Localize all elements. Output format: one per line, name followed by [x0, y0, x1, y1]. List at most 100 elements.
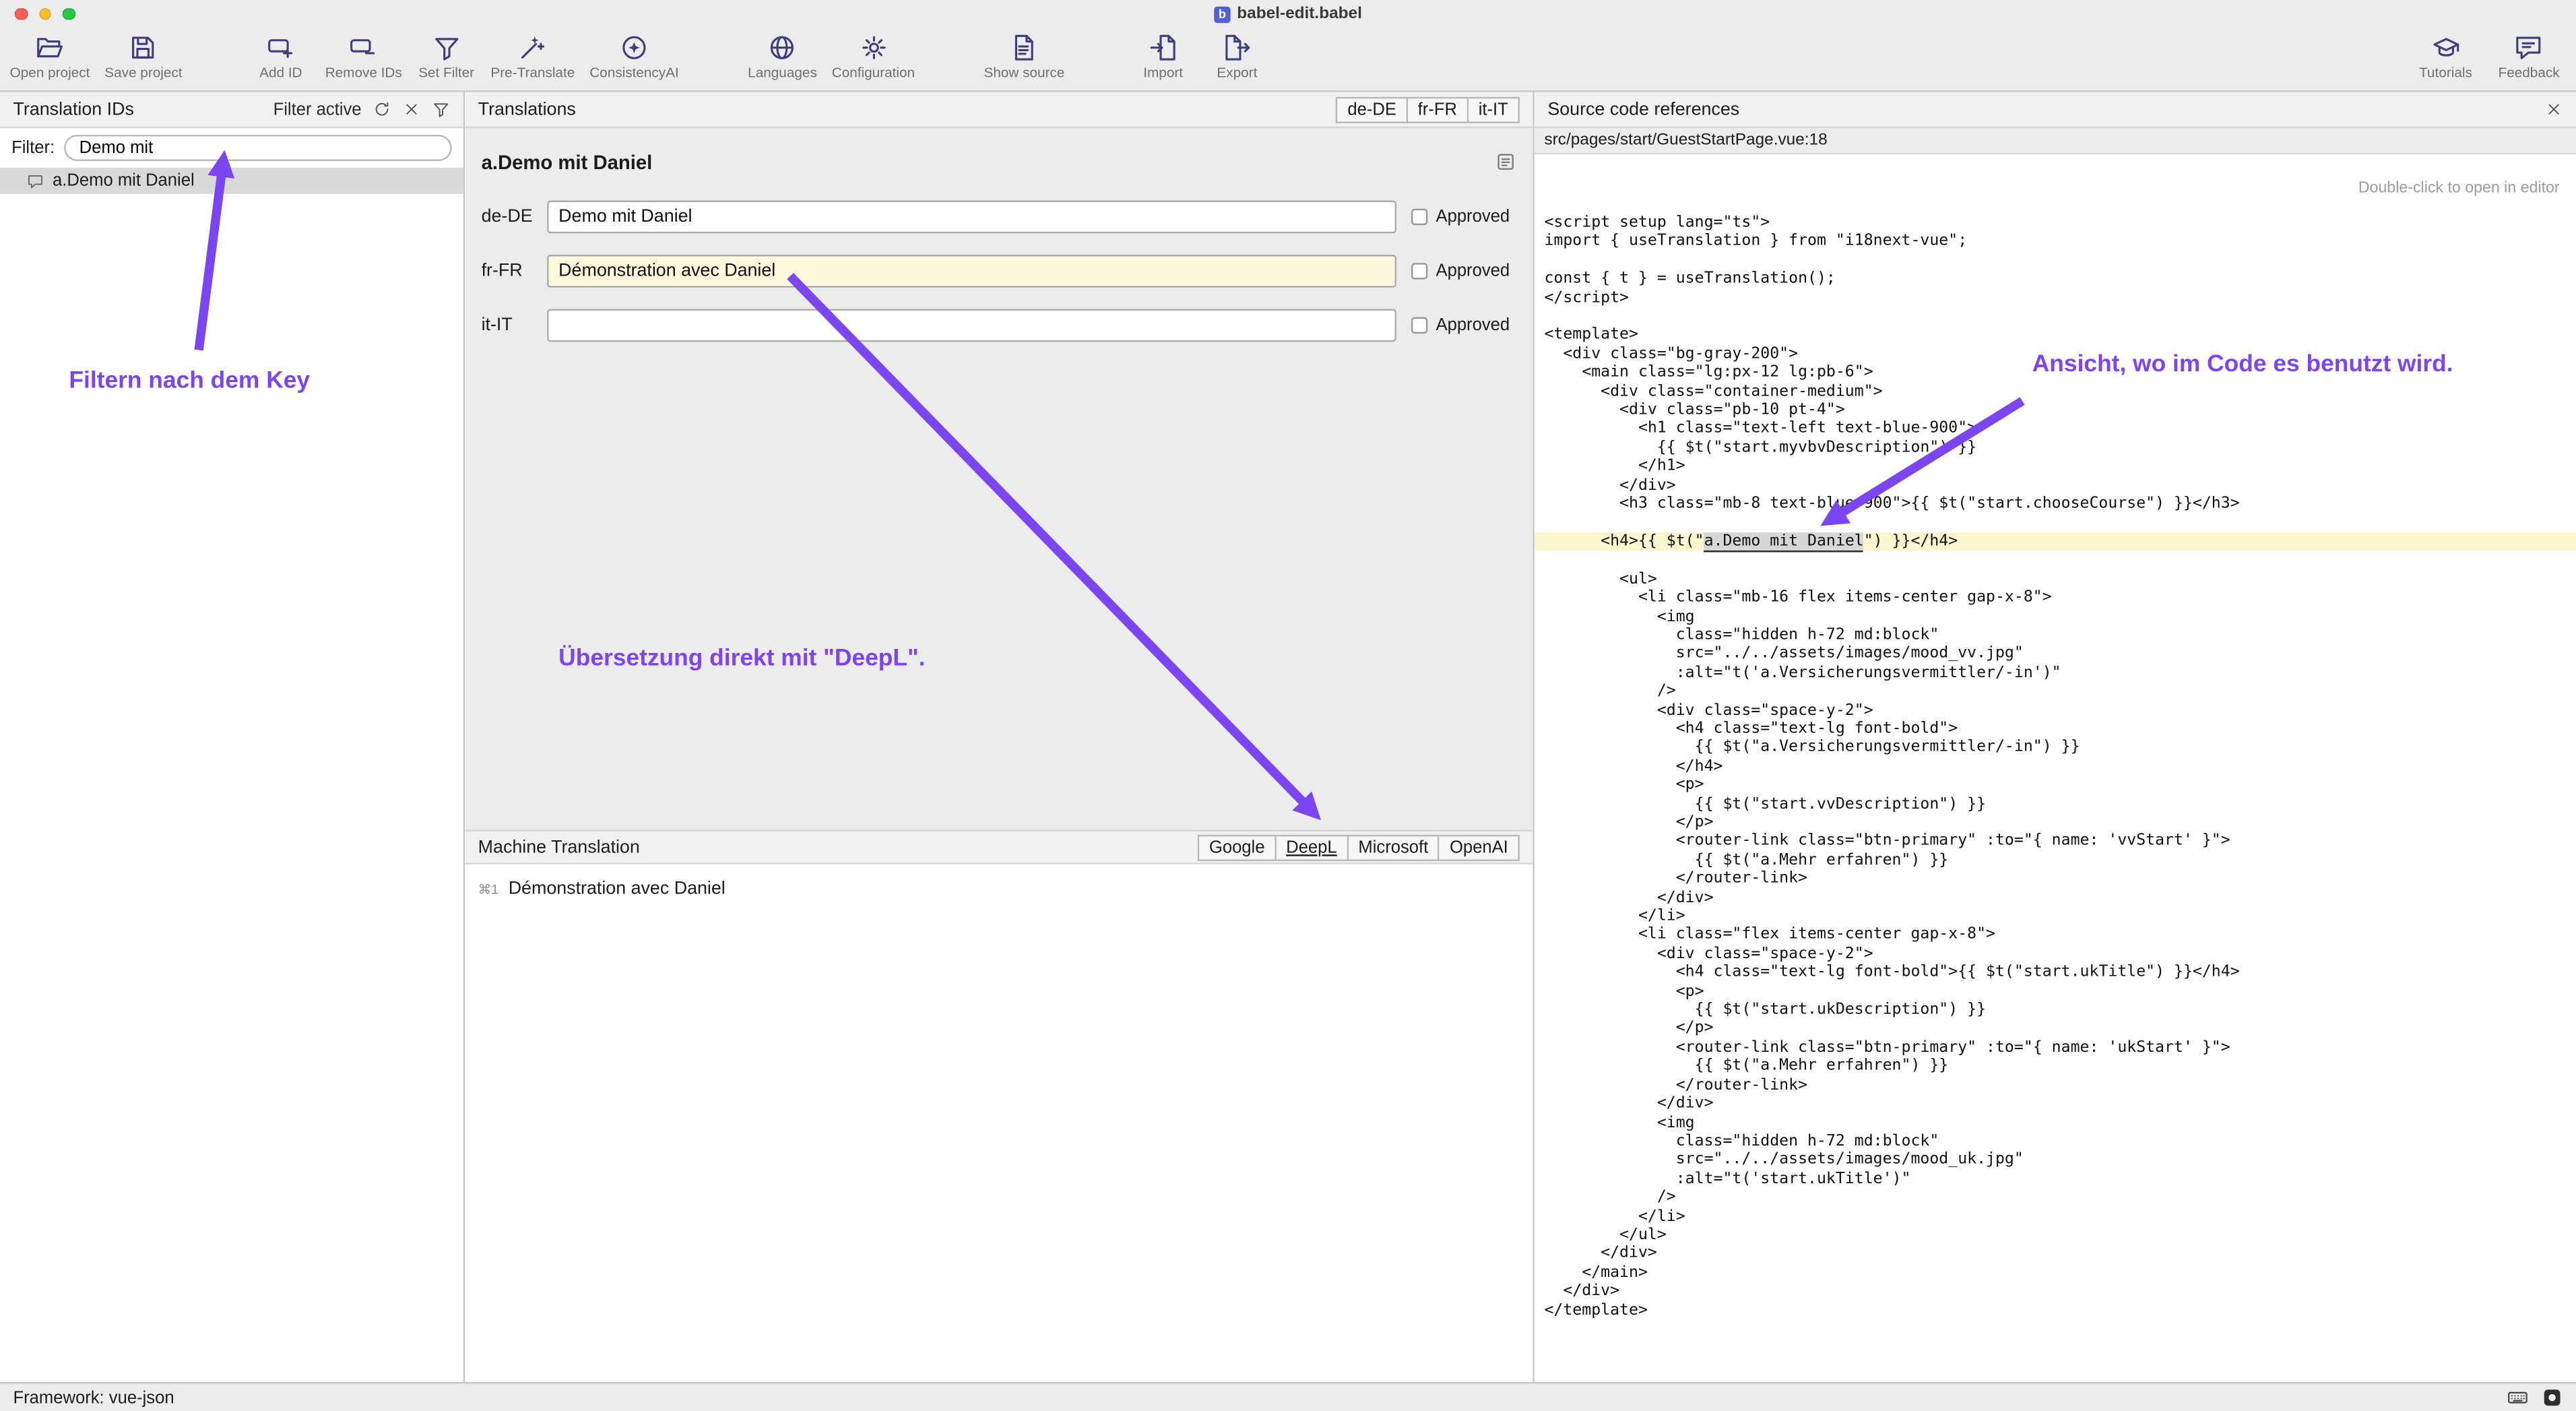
- approved-checkbox[interactable]: [1411, 209, 1427, 225]
- mt-engine-deepl-button[interactable]: DeepL: [1277, 834, 1349, 860]
- code-line: <ul>: [1535, 570, 2576, 589]
- language-label: fr-FR: [482, 261, 548, 281]
- configuration-icon: [858, 33, 888, 63]
- translation-id-list: a.Demo mit Daniel: [0, 168, 463, 1382]
- titlebar: b babel-edit.babel: [0, 0, 2576, 28]
- translation-id-item[interactable]: a.Demo mit Daniel: [0, 168, 463, 194]
- main-area: Translation IDs Filter active Filter: a.…: [0, 92, 2576, 1382]
- code-line: {{ $t("start.myvbvDescription") }}: [1535, 439, 2576, 458]
- code-line: class="hidden h-72 md:block": [1535, 1132, 2576, 1151]
- toolbar-right: Tutorials Feedback: [2416, 33, 2576, 81]
- annotation-deepl: Übersetzung direkt mit "DeepL".: [558, 646, 925, 672]
- import-icon: [1149, 33, 1178, 63]
- mt-engine-openai-button[interactable]: OpenAI: [1440, 834, 1520, 860]
- translations-header: Translations de-DEfr-FRit-IT: [465, 92, 1533, 129]
- approved-label: Approved: [1436, 261, 1510, 281]
- language-tab-de-de[interactable]: de-DE: [1336, 96, 1408, 123]
- app-icon: b: [1214, 6, 1230, 22]
- code-line: src="../../assets/images/mood_uk.jpg": [1535, 1151, 2576, 1170]
- filter-label: Filter:: [11, 138, 55, 158]
- approved-toggle-it-it[interactable]: Approved: [1411, 315, 1510, 335]
- annotation-source: Ansicht, wo im Code es benutzt wird.: [2032, 352, 2453, 378]
- entry-title: a.Demo mit Daniel: [482, 151, 653, 174]
- translation-input-it-it[interactable]: [547, 309, 1396, 342]
- toolbar-consistencyai-button[interactable]: ConsistencyAI: [589, 33, 679, 81]
- language-tab-fr-fr[interactable]: fr-FR: [1408, 96, 1469, 123]
- mt-suggestion[interactable]: ⌘1 Démonstration avec Daniel: [465, 879, 1533, 899]
- toolbar-item-label: Export: [1217, 64, 1257, 80]
- code-line: <h3 class="mb-8 text-blue-900">{{ $t("st…: [1535, 495, 2576, 513]
- window-zoom-button[interactable]: [63, 8, 75, 20]
- code-line: </h1>: [1535, 458, 2576, 476]
- toolbar-show-source-button[interactable]: Show source: [984, 33, 1064, 81]
- translations-title: Translations: [478, 100, 576, 119]
- input-source-icon[interactable]: [2542, 1387, 2563, 1408]
- toolbar-tutorials-button[interactable]: Tutorials: [2416, 33, 2476, 81]
- translation-row-de-de: de-DEApproved: [482, 201, 1516, 234]
- toolbar-remove-ids-button[interactable]: Remove IDs: [325, 33, 402, 81]
- approved-toggle-fr-fr[interactable]: Approved: [1411, 261, 1510, 281]
- translation-ids-header: Translation IDs Filter active: [0, 92, 463, 129]
- translation-ids-title: Translation IDs: [13, 100, 134, 119]
- code-line: </div>: [1535, 1245, 2576, 1263]
- toolbar-open-project-button[interactable]: Open project: [10, 33, 90, 81]
- mt-engine-google-button[interactable]: Google: [1198, 834, 1277, 860]
- window-close-button[interactable]: [15, 8, 27, 20]
- mt-engines: GoogleDeepLMicrosoftOpenAI: [1198, 834, 1520, 860]
- clear-filter-icon[interactable]: [403, 100, 421, 119]
- source-references-header: Source code references: [1535, 92, 2576, 129]
- close-source-panel-icon[interactable]: [2545, 100, 2563, 119]
- filter-input[interactable]: [65, 135, 452, 161]
- filter-icon[interactable]: [432, 100, 450, 119]
- language-tabs: de-DEfr-FRit-IT: [1336, 96, 1520, 123]
- code-line: :alt="t('a.Versicherungsvermittler/-in')…: [1535, 664, 2576, 683]
- code-line: <p>: [1535, 982, 2576, 1001]
- comment-icon[interactable]: [1495, 151, 1516, 173]
- code-line: <router-link class="btn-primary" :to="{ …: [1535, 832, 2576, 851]
- set-filter-icon: [432, 33, 461, 63]
- translations-content: a.Demo mit Daniel de-DEApproved fr-FR Appr…: [465, 128, 1533, 829]
- toolbar-item-label: Add ID: [259, 64, 302, 80]
- code-line: <p>: [1535, 776, 2576, 795]
- code-line: :alt="t('start.ukTitle')": [1535, 1170, 2576, 1189]
- window-minimize-button[interactable]: [38, 8, 51, 20]
- code-line: [1535, 551, 2576, 570]
- translation-id-label: a.Demo mit Daniel: [53, 171, 195, 191]
- toolbar-item-label: Open project: [10, 64, 90, 80]
- mt-engine-microsoft-button[interactable]: Microsoft: [1349, 834, 1440, 860]
- toolbar: Open project Save project Add ID Remove IDs…: [0, 28, 2576, 92]
- toolbar-item-label: Show source: [984, 64, 1064, 80]
- toolbar-pre-translate-button[interactable]: Pre-Translate: [490, 33, 575, 81]
- code-line: </ul>: [1535, 1226, 2576, 1245]
- code-line: </router-link>: [1535, 1076, 2576, 1095]
- file-reference[interactable]: src/pages/start/GuestStartPage.vue:18: [1544, 131, 1827, 150]
- toolbar-feedback-button[interactable]: Feedback: [2499, 33, 2560, 81]
- approved-checkbox[interactable]: [1411, 317, 1427, 334]
- toolbar-import-button[interactable]: Import: [1134, 33, 1193, 81]
- toolbar-export-button[interactable]: Export: [1208, 33, 1267, 81]
- translation-input-de-de[interactable]: [547, 201, 1396, 234]
- code-line: [1535, 513, 2576, 532]
- approved-toggle-de-de[interactable]: Approved: [1411, 207, 1510, 226]
- translation-ids-panel: Translation IDs Filter active Filter: a.…: [0, 92, 465, 1382]
- code-line: [1535, 307, 2576, 326]
- window-controls: [0, 8, 75, 20]
- toolbar-add-id-button[interactable]: Add ID: [251, 33, 311, 81]
- toolbar-item-label: Languages: [748, 64, 817, 80]
- code-line: </div>: [1535, 476, 2576, 495]
- translation-input-fr-fr[interactable]: [547, 255, 1396, 288]
- code-area: <script setup lang="ts">import { useTran…: [1535, 154, 2576, 1319]
- toolbar-set-filter-button[interactable]: Set Filter: [417, 33, 476, 81]
- source-references-panel: Source code references src/pages/start/G…: [1535, 92, 2576, 1382]
- language-tab-it-it[interactable]: it-IT: [1469, 96, 1520, 123]
- toolbar-languages-button[interactable]: Languages: [748, 33, 817, 81]
- highlighted-translation-key[interactable]: a.Demo mit Daniel: [1704, 532, 1864, 552]
- window-title-text: babel-edit.babel: [1237, 5, 1362, 23]
- refresh-icon[interactable]: [373, 100, 391, 119]
- code-panel: Double-click to open in editor <script s…: [1535, 154, 2576, 1382]
- toolbar-configuration-button[interactable]: Configuration: [832, 33, 915, 81]
- keyboard-icon[interactable]: [2507, 1387, 2529, 1408]
- toolbar-save-project-button[interactable]: Save project: [104, 33, 182, 81]
- toolbar-group: Open project Save project: [10, 33, 183, 81]
- approved-checkbox[interactable]: [1411, 263, 1427, 279]
